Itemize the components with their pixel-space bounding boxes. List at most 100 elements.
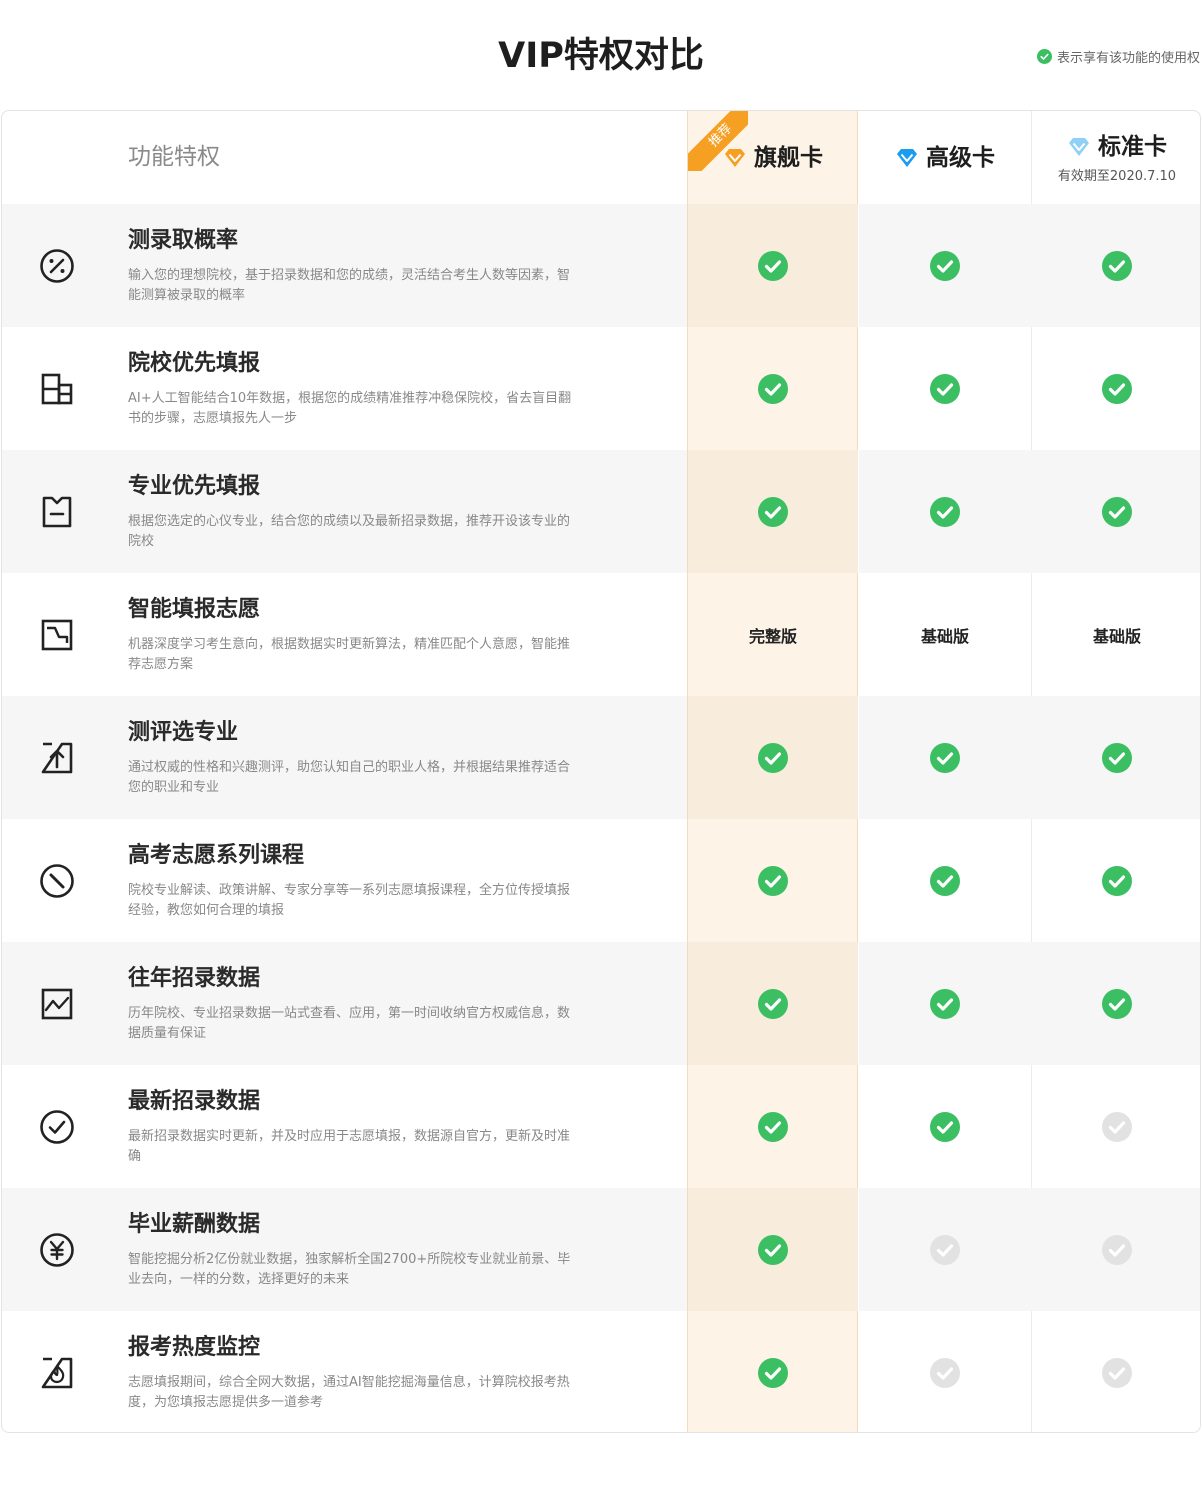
check-circle-icon — [930, 496, 960, 527]
check-circle-icon — [758, 988, 788, 1019]
check-circle-icon — [930, 1111, 960, 1142]
cell-advanced — [859, 327, 1031, 450]
cell-standard — [1032, 1065, 1200, 1188]
check-circle-icon — [758, 250, 788, 281]
table-row: 报考热度监控志愿填报期间，综合全网大数据，通过AI智能挖掘海量信息，计算院校报考… — [2, 1311, 1200, 1432]
legend: 表示享有该功能的使用权 — [1036, 46, 1200, 66]
diamond-orange-icon — [725, 148, 745, 167]
check-circle-disabled-icon — [1102, 1357, 1132, 1388]
table-header: 功能特权 推荐 旗舰卡 高级卡 标准卡 有效期至2020.7.10 — [2, 111, 1200, 204]
check-circle-icon — [1036, 48, 1052, 64]
feature-title: 毕业薪酬数据 — [128, 1212, 261, 1237]
feature-title: 报考热度监控 — [128, 1335, 261, 1360]
plan-name-flagship: 旗舰卡 — [754, 144, 823, 171]
cell-advanced — [859, 204, 1031, 327]
check-circle-outline-icon — [40, 1110, 74, 1144]
check-circle-icon — [758, 1111, 788, 1142]
check-circle-icon — [930, 742, 960, 773]
table-row: 智能填报志愿 机器深度学习考生意向，根据数据实时更新算法，精准匹配个人意愿，智能推… — [2, 573, 1200, 696]
check-circle-icon — [930, 250, 960, 281]
row-bg — [2, 1311, 687, 1432]
chart-icon — [41, 988, 73, 1020]
compass-icon — [40, 864, 74, 898]
legend-text: 表示享有该功能的使用权 — [1056, 50, 1200, 66]
cell-standard — [1032, 1188, 1200, 1311]
table-row: 测评选专业通过权威的性格和兴趣测评，助您认知自己的职业人格，并根据结果推荐适合您… — [2, 696, 1200, 819]
feature-description: 根据您选定的心仪专业，结合您的成绩以及最新招录数据，推荐开设该专业的院校 — [128, 514, 571, 549]
cell-flagship: 完整版 — [688, 573, 858, 696]
table-row: 高考志愿系列课程院校专业解读、政策讲解、专家分享等一系列志愿填报课程，全方位传授… — [2, 819, 1200, 942]
feature-description: 历年院校、专业招录数据一站式查看、应用，第一时间收纳官方权威信息，数据质量有保证 — [128, 1006, 571, 1041]
table-row: 最新招录数据 最新招录数据实时更新，并及时应用于志愿填报，数据源自官方，更新及时准… — [2, 1065, 1200, 1188]
cell-standard — [1032, 696, 1200, 819]
trend-icon — [41, 619, 73, 651]
feature-title: 院校优先填报 — [128, 351, 261, 376]
cell-flagship — [688, 450, 858, 573]
cell-flagship — [688, 696, 858, 819]
cell-flagship — [688, 1311, 858, 1432]
cell-flagship — [688, 819, 858, 942]
version-label: 基础版 — [920, 626, 969, 646]
percent-icon — [40, 249, 74, 283]
cell-standard: 基础版 — [1032, 573, 1200, 696]
table-row: 测录取概率 输入您的理想院校，基于招录数据和您的成绩，灵活结合考生人数等因素，智能… — [2, 204, 1200, 327]
cell-flagship — [688, 1065, 858, 1188]
check-circle-disabled-icon — [1102, 1111, 1132, 1142]
plan-header-advanced[interactable]: 高级卡 — [859, 111, 1031, 204]
check-circle-disabled-icon — [1102, 1234, 1132, 1265]
check-circle-icon — [1102, 865, 1132, 896]
cell-standard — [1032, 204, 1200, 327]
feature-description: 智能挖掘分析2亿份就业数据，独家解析全国2700+所院校专业就业前景、毕业去向，… — [128, 1252, 571, 1287]
page-title: VIP特权对比 — [498, 36, 704, 76]
feature-description: 通过权威的性格和兴趣测评，助您认知自己的职业人格，并根据结果推荐适合您的职业和专… — [128, 760, 571, 795]
bookmark-icon — [42, 496, 72, 528]
check-circle-icon — [758, 865, 788, 896]
feature-title: 智能填报志愿 — [128, 597, 261, 622]
plan-header-flagship[interactable]: 旗舰卡 — [688, 111, 858, 204]
table-row: 院校优先填报 AI+人工智能结合10年数据，根据您的成绩精准推荐冲稳保院校，省去盲… — [2, 327, 1200, 450]
check-circle-icon — [758, 373, 788, 404]
table-row: 毕业薪酬数据智能挖掘分析2亿份就业数据，独家解析全国2700+所院校专业就业前景… — [2, 1188, 1200, 1311]
yen-icon — [40, 1233, 74, 1267]
check-circle-disabled-icon — [930, 1234, 960, 1265]
version-label: 基础版 — [1092, 626, 1141, 646]
cell-flagship — [688, 1188, 858, 1311]
cell-advanced — [859, 1311, 1031, 1432]
feature-column-header: 功能特权 — [128, 144, 220, 170]
check-circle-icon — [758, 496, 788, 527]
diamond-lightblue-icon — [1069, 138, 1089, 156]
version-label: 完整版 — [748, 626, 797, 646]
check-circle-disabled-icon — [930, 1357, 960, 1388]
cell-advanced — [859, 819, 1031, 942]
cell-advanced — [859, 1188, 1031, 1311]
flame-icon — [41, 1357, 73, 1389]
cell-standard — [1032, 327, 1200, 450]
plan-name-standard: 标准卡 — [1098, 134, 1167, 160]
cell-flagship — [688, 942, 858, 1065]
cell-advanced — [859, 942, 1031, 1065]
check-circle-icon — [758, 1357, 788, 1388]
check-circle-icon — [930, 865, 960, 896]
feature-title: 测评选专业 — [128, 720, 239, 745]
comparison-table: 测录取概率 输入您的理想院校，基于招录数据和您的成绩，灵活结合考生人数等因素，智能… — [1, 110, 1201, 1433]
cell-advanced — [859, 696, 1031, 819]
check-circle-icon — [1102, 988, 1132, 1019]
cell-standard — [1032, 942, 1200, 1065]
check-circle-icon — [1102, 373, 1132, 404]
cell-advanced: 基础版 — [859, 573, 1031, 696]
check-circle-icon — [1102, 496, 1132, 527]
feature-description: 志愿填报期间，综合全网大数据，通过AI智能挖掘海量信息，计算院校报考热度，为您填… — [128, 1375, 570, 1410]
check-circle-icon — [758, 742, 788, 773]
plan-name-advanced: 高级卡 — [926, 144, 995, 171]
check-circle-icon — [1102, 742, 1132, 773]
feature-title: 高考志愿系列课程 — [128, 843, 305, 868]
cell-standard — [1032, 819, 1200, 942]
check-circle-icon — [930, 373, 960, 404]
feature-title: 测录取概率 — [128, 228, 239, 253]
cell-flagship — [688, 204, 858, 327]
feature-description: 院校专业解读、政策讲解、专家分享等一系列志愿填报课程，全方位传授填报经验，教您如… — [128, 883, 571, 918]
check-circle-icon — [758, 1234, 788, 1265]
plan-header-standard[interactable]: 标准卡 有效期至2020.7.10 — [1032, 111, 1200, 204]
feature-description: 最新招录数据实时更新，并及时应用于志愿填报，数据源自官方，更新及时准确 — [128, 1129, 571, 1164]
plan-expiry: 有效期至2020.7.10 — [1057, 169, 1177, 184]
